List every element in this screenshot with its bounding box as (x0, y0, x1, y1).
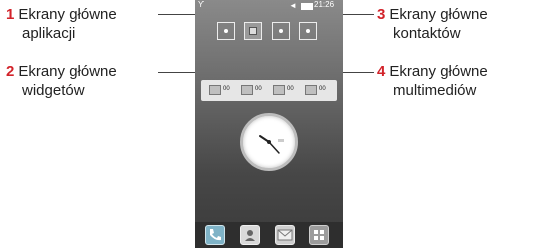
callout-3-line-1: Ekrany główne (389, 6, 488, 23)
callout-3-line-2: kontaktów (393, 25, 461, 42)
widget-item-calls: 00 (209, 85, 239, 96)
callout-1-number: 1 (6, 6, 15, 23)
callout-2-line-1: Ekrany główne (18, 63, 117, 80)
missed-call-icon (209, 85, 221, 95)
messaging-icon[interactable] (275, 225, 295, 245)
callout-1-label: 1 Ekrany główne aplikacji (6, 5, 117, 43)
callout-3-label: 3 Ekrany główne kontaktów (377, 5, 488, 43)
widget-count: 00 (255, 86, 262, 92)
menu-grid-icon[interactable] (309, 225, 329, 245)
widget-item-messages: 00 (241, 85, 271, 96)
callout-4-line-1: Ekrany główne (389, 63, 488, 80)
bottom-dock (195, 222, 343, 248)
message-icon (241, 85, 253, 95)
clock-face-icon (259, 135, 284, 154)
callout-1-line-1: Ekrany główne (18, 6, 117, 23)
home-screen-indicator-multimedia[interactable] (299, 22, 317, 40)
callout-3-number: 3 (377, 6, 386, 23)
home-screen-indicator-contacts[interactable] (272, 22, 290, 40)
callout-4-number: 4 (377, 63, 386, 80)
home-screen-indicator-apps[interactable] (217, 22, 235, 40)
phone-screen: Ƴ ◄ 21:26 00 00 00 00 (195, 0, 343, 248)
battery-icon (301, 3, 313, 10)
widget-item-voicemail: 00 (273, 85, 303, 96)
dot-icon (306, 29, 310, 33)
speaker-icon: ◄ (289, 1, 297, 10)
contacts-icon[interactable] (240, 225, 260, 245)
phone-icon[interactable] (205, 225, 225, 245)
callout-4-label: 4 Ekrany główne multimediów (377, 62, 488, 100)
voicemail-icon (273, 85, 285, 95)
status-time: 21:26 (314, 0, 335, 9)
callout-2-number: 2 (6, 63, 15, 80)
mini-screen-icon (249, 27, 257, 35)
widget-count: 00 (223, 86, 230, 92)
email-icon (305, 85, 317, 95)
analog-clock-widget[interactable] (240, 113, 298, 171)
callout-1-line-2: aplikacji (22, 25, 76, 42)
widget-count: 00 (287, 86, 294, 92)
dot-icon (279, 29, 283, 33)
signal-icon: Ƴ (198, 0, 205, 9)
dot-icon (224, 29, 228, 33)
status-bar: Ƴ ◄ 21:26 (195, 0, 343, 12)
callout-2-line-2: widgetów (22, 82, 85, 99)
home-screen-indicator-widgets[interactable] (244, 22, 262, 40)
widget-count: 00 (319, 86, 326, 92)
widget-item-email: 00 (305, 85, 335, 96)
callout-2-label: 2 Ekrany główne widgetów (6, 62, 117, 100)
callout-4-line-2: multimediów (393, 82, 477, 99)
notifications-widget[interactable]: 00 00 00 00 (201, 80, 337, 101)
